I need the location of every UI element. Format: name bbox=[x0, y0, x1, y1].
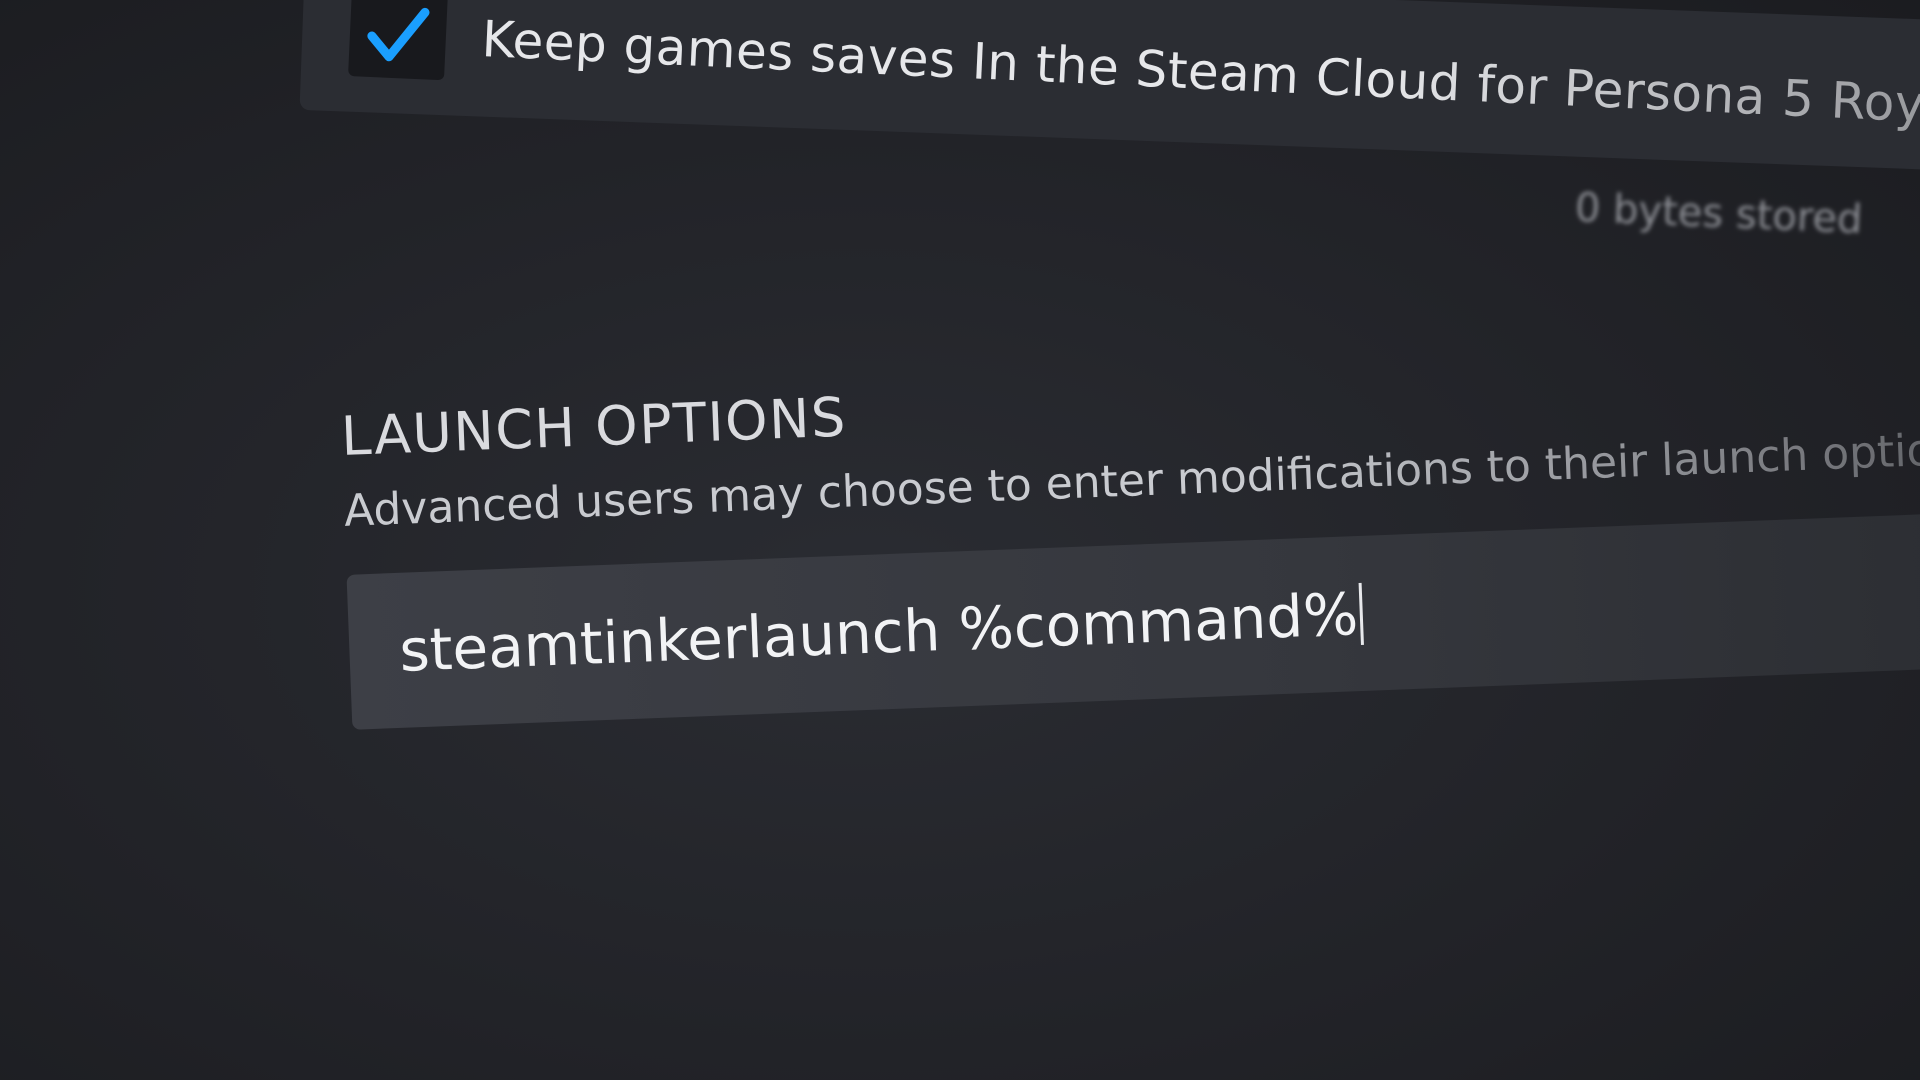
steam-cloud-checkbox[interactable] bbox=[348, 0, 448, 81]
launch-options-value: steamtinkerlaunch %command% bbox=[398, 579, 1360, 685]
cloud-storage-text: 0 bytes stored bbox=[1574, 185, 1864, 244]
steam-properties-screen: Keep games saves In the Steam Cloud for … bbox=[0, 0, 1920, 1080]
text-caret bbox=[1358, 582, 1365, 645]
launch-options-input[interactable]: steamtinkerlaunch %command% bbox=[346, 512, 1920, 730]
launch-options-section: LAUNCH OPTIONS Advanced users may choose… bbox=[340, 341, 1920, 730]
checkmark-icon bbox=[367, 7, 430, 62]
